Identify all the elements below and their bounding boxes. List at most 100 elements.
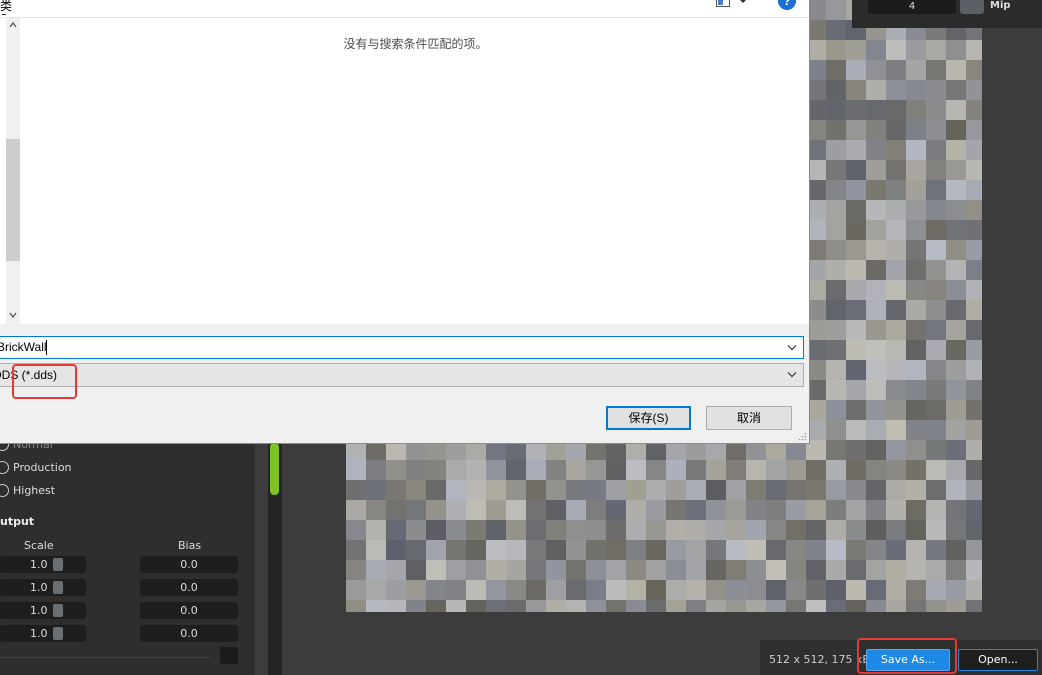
texture-pixel: [626, 480, 646, 500]
scale-slider-knob[interactable]: [53, 627, 63, 640]
color-swatch[interactable]: [220, 647, 238, 664]
texture-pixel: [446, 580, 466, 600]
bias-field-4[interactable]: 0.0: [140, 625, 238, 642]
scale-slider-knob[interactable]: [53, 581, 63, 594]
texture-pixel: [906, 600, 926, 612]
scale-field-4[interactable]: 1.0: [0, 625, 86, 642]
texture-pixel: [546, 480, 566, 500]
view-options-icon[interactable]: [716, 0, 730, 7]
texture-pixel: [626, 520, 646, 540]
texture-pixel: [906, 140, 926, 160]
texture-pixel: [926, 380, 946, 400]
texture-pixel: [806, 460, 826, 480]
mip-slider-knob[interactable]: [960, 0, 984, 14]
texture-pixel: [386, 580, 406, 600]
texture-pixel: [946, 60, 966, 80]
texture-pixel: [566, 580, 586, 600]
empty-results-message: 没有与搜索条件匹配的项。: [343, 37, 488, 51]
texture-pixel: [846, 240, 866, 260]
texture-pixel: [746, 520, 766, 540]
texture-pixel: [406, 580, 426, 600]
chevron-down-icon[interactable]: [787, 371, 797, 378]
dialog-toolbar: 类 ?: [0, 0, 809, 18]
texture-pixel: [866, 460, 886, 480]
texture-pixel: [586, 480, 606, 500]
texture-pixel: [826, 380, 846, 400]
scale-value: 1.0: [30, 604, 48, 617]
filetype-select[interactable]: DDS (*.dds): [0, 363, 804, 387]
scale-slider-knob[interactable]: [53, 604, 63, 617]
scale-field-2[interactable]: 1.0: [0, 579, 86, 596]
texture-pixel: [966, 280, 982, 300]
texture-pixel: [626, 580, 646, 600]
scroll-up-icon[interactable]: [8, 20, 18, 30]
texture-pixel: [826, 140, 846, 160]
texture-pixel: [886, 60, 906, 80]
texture-pixel: [546, 520, 566, 540]
texture-pixel: [766, 520, 786, 540]
texture-pixel: [966, 480, 982, 500]
texture-pixel: [886, 580, 906, 600]
texture-pixel: [466, 480, 486, 500]
texture-pixel: [626, 600, 646, 612]
chevron-down-icon[interactable]: [738, 0, 748, 5]
scroll-down-icon[interactable]: [8, 310, 18, 320]
texture-pixel: [566, 560, 586, 580]
texture-pixel: [886, 280, 906, 300]
filename-input[interactable]: BrickWall: [0, 336, 804, 359]
texture-pixel: [826, 120, 846, 140]
texture-pixel: [806, 500, 826, 520]
bias-field-1[interactable]: 0.0: [140, 556, 238, 573]
texture-pixel: [346, 540, 366, 560]
texture-pixel: [746, 580, 766, 600]
bias-field-2[interactable]: 0.0: [140, 579, 238, 596]
texture-pixel: [846, 260, 866, 280]
texture-pixel: [906, 300, 926, 320]
cancel-button[interactable]: 取消: [706, 406, 792, 430]
file-list-view[interactable]: 没有与搜索条件匹配的项。: [22, 18, 809, 324]
scale-field-3[interactable]: 1.0: [0, 602, 86, 619]
quality-radio-highest[interactable]: Highest: [0, 484, 55, 497]
texture-pixel: [726, 500, 746, 520]
save-as-button[interactable]: Save As...: [866, 649, 950, 671]
texture-pixel: [966, 540, 982, 560]
texture-pixel: [926, 240, 946, 260]
texture-pixel: [806, 600, 826, 612]
quality-radio-production[interactable]: Production: [0, 461, 72, 474]
save-button[interactable]: 保存(S): [606, 406, 691, 430]
texture-pixel: [846, 100, 866, 120]
texture-pixel: [926, 500, 946, 520]
open-button[interactable]: Open...: [958, 649, 1038, 671]
nav-scrollbar-thumb[interactable]: [6, 139, 20, 261]
texture-pixel: [886, 540, 906, 560]
texture-pixel: [966, 60, 982, 80]
texture-pixel: [746, 600, 766, 612]
help-icon[interactable]: ?: [778, 0, 796, 10]
texture-pixel: [826, 20, 846, 40]
texture-pixel: [826, 520, 846, 540]
texture-pixel: [866, 220, 886, 240]
scale-field-1[interactable]: 1.0: [0, 556, 86, 573]
texture-pixel: [526, 480, 546, 500]
texture-pixel: [686, 600, 706, 612]
texture-pixel: [666, 580, 686, 600]
texture-pixel: [926, 80, 946, 100]
texture-pixel: [746, 560, 766, 580]
texture-pixel: [866, 140, 886, 160]
texture-pixel: [386, 460, 406, 480]
resize-grip-icon[interactable]: [798, 432, 807, 441]
bias-field-3[interactable]: 0.0: [140, 602, 238, 619]
texture-pixel: [846, 340, 866, 360]
texture-pixel: [826, 360, 846, 380]
texture-pixel: [466, 500, 486, 520]
mip-field[interactable]: 4: [868, 0, 956, 14]
texture-pixel: [926, 180, 946, 200]
chevron-down-icon[interactable]: [787, 344, 797, 351]
texture-pixel: [906, 360, 926, 380]
texture-pixel: [886, 240, 906, 260]
texture-pixel: [826, 540, 846, 560]
scale-slider-knob[interactable]: [53, 558, 63, 571]
texture-pixel: [946, 160, 966, 180]
texture-pixel: [826, 580, 846, 600]
texture-pixel: [926, 360, 946, 380]
